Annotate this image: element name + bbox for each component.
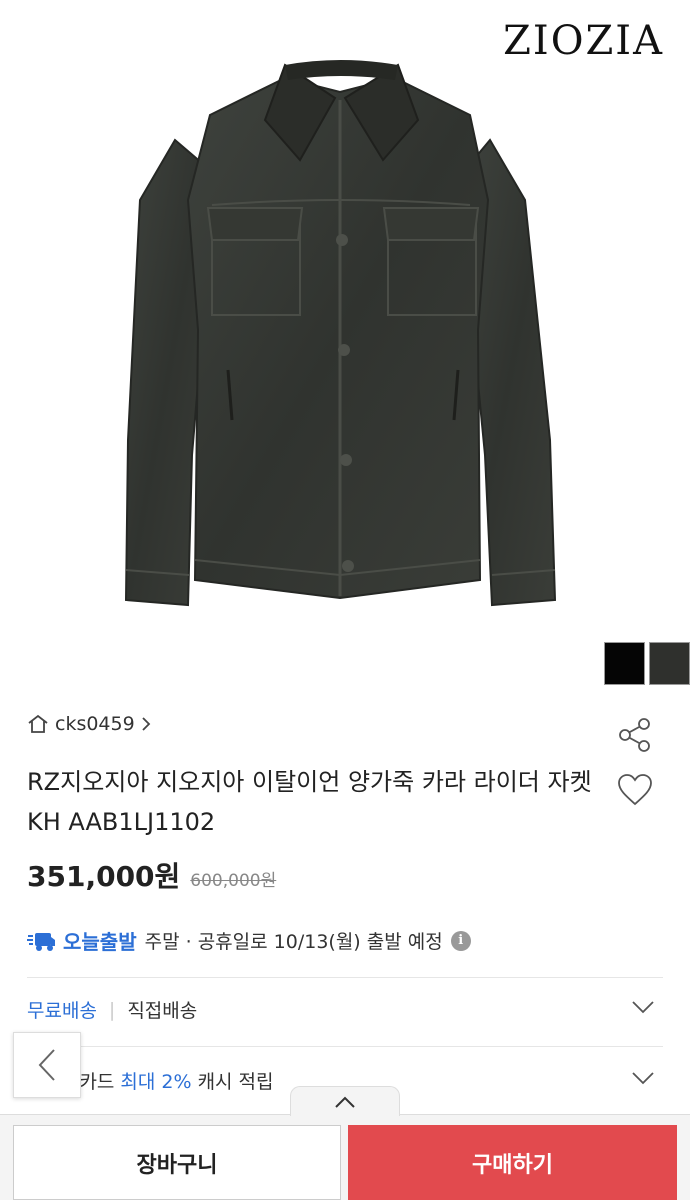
seller-link[interactable]: cks0459 [27, 713, 151, 735]
divider [27, 1046, 663, 1047]
chevron-down-icon [632, 1072, 654, 1085]
brand-logo: ZIOZIA [503, 18, 664, 64]
info-icon[interactable]: i [450, 930, 471, 951]
color-swatches [604, 642, 690, 685]
share-icon[interactable] [616, 716, 654, 754]
delivery-separator: | [108, 998, 116, 1021]
product-title: RZ지오지아 지오지아 이탈이언 양가죽 카라 라이더 자켓 KH AAB1LJ… [27, 768, 592, 836]
fast-delivery-icon [27, 932, 55, 951]
card-cashback-rate: 최대 2% [120, 1071, 192, 1093]
today-ship-label: 오늘출발 [63, 930, 137, 954]
heart-icon[interactable] [616, 772, 654, 808]
expand-tab[interactable] [290, 1086, 400, 1116]
direct-delivery-label: 직접배송 [127, 1000, 198, 1022]
divider [27, 977, 663, 978]
shipping-info: 오늘출발 주말 · 공휴일로 10/13(월) 출발 예정 i [27, 926, 471, 955]
store-icon [28, 714, 48, 733]
chevron-down-icon [632, 1001, 654, 1014]
chevron-right-icon [142, 717, 150, 731]
delivery-option-row[interactable]: 무료배송 | 직접배송 [27, 996, 663, 1023]
original-price: 600,000원 [190, 871, 277, 891]
card-cashback-text: 캐시 적립 [197, 1071, 274, 1093]
product-image [124, 60, 557, 607]
free-shipping-label: 무료배송 [27, 1000, 97, 1022]
ship-schedule-text: 주말 · 공휴일로 10/13(월) 출발 예정 [144, 931, 443, 953]
back-button[interactable] [13, 1032, 81, 1098]
buy-now-button[interactable]: 구매하기 [348, 1125, 677, 1200]
today-ship-badge: 오늘출발 [27, 926, 137, 955]
chevron-up-icon [335, 1096, 355, 1108]
chevron-left-icon [38, 1049, 55, 1081]
sale-price: 351,000원 [27, 860, 181, 893]
add-to-cart-button[interactable]: 장바구니 [13, 1125, 341, 1200]
color-swatch-khaki[interactable] [649, 642, 690, 685]
seller-name: cks0459 [55, 713, 135, 735]
color-swatch-black[interactable] [604, 642, 645, 685]
price-row: 351,000원 600,000원 [27, 855, 276, 895]
